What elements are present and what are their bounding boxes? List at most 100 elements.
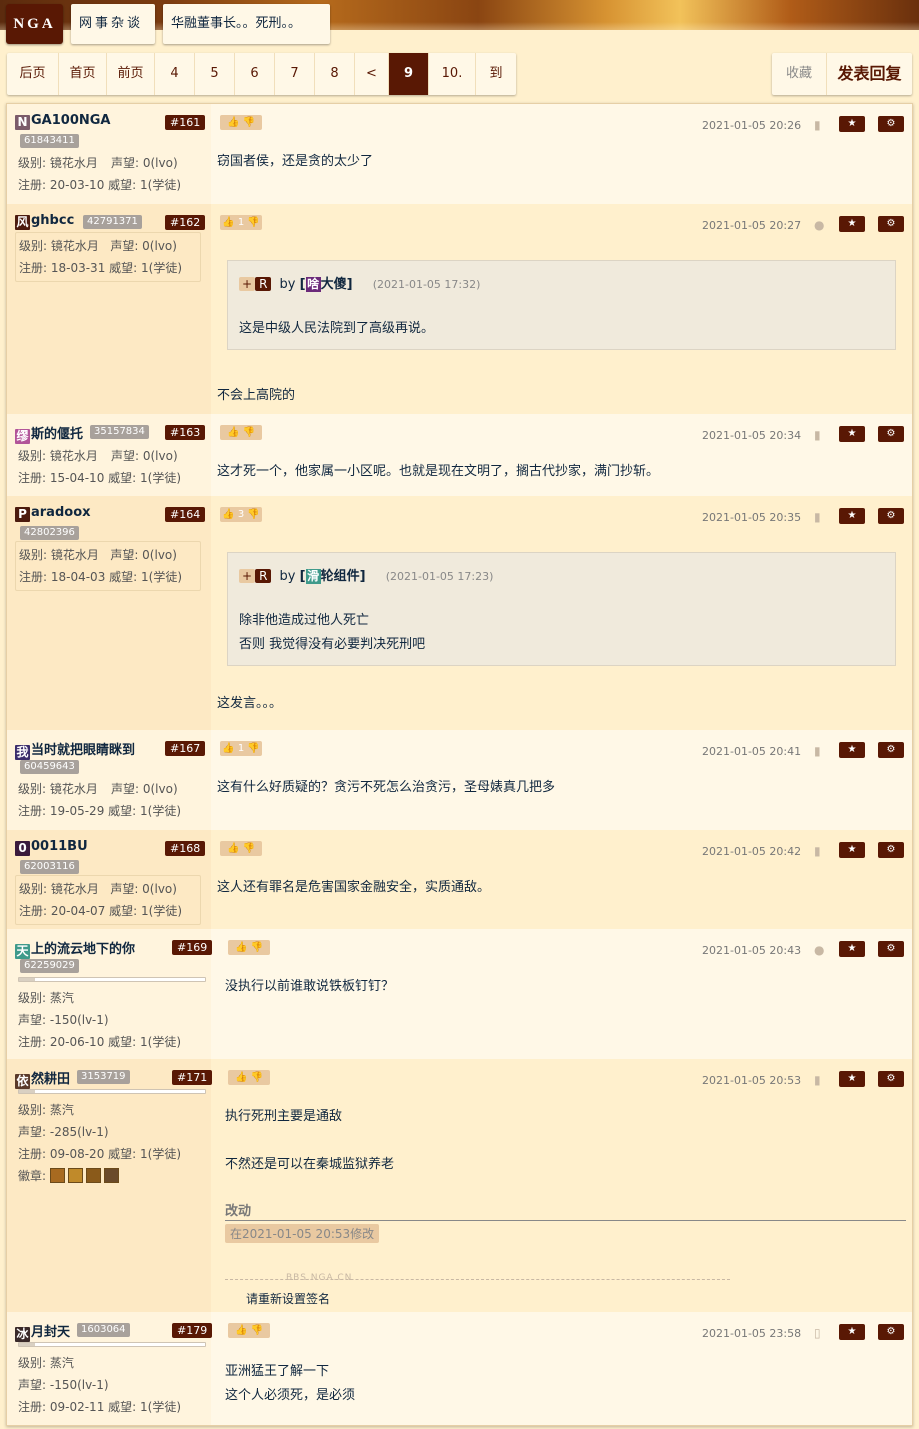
pager-page-4[interactable]: 4 (155, 53, 195, 95)
floor-number[interactable]: #164 (165, 507, 206, 522)
username[interactable]: 依然耕田 (15, 1068, 70, 1089)
user-reputation: 声望: -150(lv-1) (18, 1013, 109, 1027)
pager-prev-arrow[interactable]: < (355, 53, 389, 95)
pager-page-10[interactable]: 10. (429, 53, 476, 95)
user-registered: 注册: 20-03-10 威望: 1(学徒) (18, 178, 181, 192)
gear-icon[interactable]: ⚙ (878, 1071, 904, 1087)
username-text: 月封天 (31, 1325, 71, 1340)
user-reputation: 声望: 0(lvo) (110, 882, 177, 896)
floor-number[interactable]: #179 (172, 1323, 213, 1338)
quote-text: 除非他造成过他人死亡 (239, 613, 370, 628)
quote-author[interactable]: [滑 轮组件] (300, 569, 366, 584)
gear-icon[interactable]: ⚙ (878, 842, 904, 858)
star-icon[interactable]: ★ (839, 508, 865, 524)
floor-number[interactable]: #162 (165, 215, 206, 230)
username[interactable]: 风 ghbcc (15, 213, 74, 230)
pager-goto[interactable]: 到 (476, 53, 516, 95)
nga-logo[interactable]: NGA (6, 4, 63, 44)
floor-number[interactable]: #161 (165, 115, 206, 130)
username[interactable]: N GA100NGA (15, 113, 110, 130)
vote-buttons[interactable]: 👍 1 👎 (220, 741, 262, 756)
user-registered: 注册: 20-06-10 威望: 1(学徒) (18, 1035, 181, 1049)
pager-page-7[interactable]: 7 (275, 53, 315, 95)
username[interactable]: 天上的流云地下的你 (15, 938, 135, 959)
pager-prev-page[interactable]: 前页 (107, 53, 155, 95)
avatar-initial: 冰 (15, 1327, 30, 1342)
vote-buttons[interactable]: 👍 3 👎 (220, 507, 262, 522)
android-icon: ▮ (814, 428, 821, 442)
star-icon[interactable]: ★ (839, 116, 865, 132)
breadcrumb-thread[interactable]: 华融董事长。。死刑。。 (163, 4, 330, 44)
avatar-initial: 0 (15, 841, 30, 856)
pager-page-9-current[interactable]: 9 (389, 53, 429, 95)
vote-buttons[interactable]: 👍 👎 (220, 425, 262, 440)
edit-divider (225, 1220, 906, 1221)
gear-icon[interactable]: ⚙ (878, 426, 904, 442)
star-icon[interactable]: ★ (839, 216, 865, 232)
post: Paradoox #164 42802396 级别: 镜花水月 声望: 0(lv… (7, 496, 912, 730)
star-icon[interactable]: ★ (839, 742, 865, 758)
vote-buttons[interactable]: 👍 👎 (228, 1323, 270, 1338)
gear-icon[interactable]: ⚙ (878, 941, 904, 957)
post-time: 2021-01-05 23:58 (702, 1327, 802, 1340)
vote-buttons[interactable]: 👍 👎 (228, 940, 270, 955)
post-time: 2021-01-05 20:35 (702, 511, 802, 524)
user-registered: 注册: 09-08-20 威望: 1(学徒) (18, 1147, 181, 1161)
floor-number[interactable]: #168 (165, 841, 206, 856)
floor-number[interactable]: #171 (172, 1070, 213, 1085)
post-time: 2021-01-05 20:53 (702, 1074, 802, 1087)
star-icon[interactable]: ★ (839, 842, 865, 858)
vote-buttons[interactable]: 👍 👎 (220, 841, 262, 856)
avatar-initial: 天 (15, 944, 30, 959)
gear-icon[interactable]: ⚙ (878, 742, 904, 758)
breadcrumb-forum[interactable]: 网事杂谈 (71, 4, 155, 44)
star-icon[interactable]: ★ (839, 941, 865, 957)
vote-buttons[interactable]: 👍 1 👎 (220, 215, 262, 230)
medal-icon[interactable] (67, 1168, 83, 1183)
quote-author[interactable]: [啥 大傻] (300, 277, 353, 292)
gear-icon[interactable]: ⚙ (878, 1324, 904, 1340)
user-id-badge: 62003116 (20, 860, 79, 874)
vote-buttons[interactable]: 👍 👎 (220, 115, 262, 130)
expand-quote-icon[interactable]: + (239, 277, 256, 291)
star-icon[interactable]: ★ (839, 426, 865, 442)
post: 冰月封天 1603064 #179 级别: 蒸汽 声望: -150(lv-1) … (7, 1312, 912, 1425)
username[interactable]: 冰月封天 (15, 1321, 70, 1342)
username[interactable]: 缪斯的偃托 (15, 423, 83, 444)
post-content: 这才死一个，他家属一小区呢。也就是现在文明了，搁古代抄家，满门抄斩。 (217, 464, 660, 479)
floor-number[interactable]: #169 (172, 940, 213, 955)
gear-icon[interactable]: ⚙ (878, 216, 904, 232)
pager-page-5[interactable]: 5 (195, 53, 235, 95)
pager-page-8[interactable]: 8 (315, 53, 355, 95)
star-icon[interactable]: ★ (839, 1324, 865, 1340)
user-panel: 冰月封天 1603064 #179 级别: 蒸汽 声望: -150(lv-1) … (7, 1312, 213, 1425)
user-info-box: 级别: 镜花水月 声望: 0(lvo) 注册: 20-04-07 威望: 1(学… (15, 875, 201, 925)
floor-number[interactable]: #163 (165, 425, 206, 440)
user-panel: 风 ghbcc 42791371 #162 级别: 镜花水月 声望: 0(lvo)… (7, 204, 211, 414)
pager-page-6[interactable]: 6 (235, 53, 275, 95)
quote-by: by (279, 277, 296, 292)
medal-icon[interactable] (85, 1168, 101, 1183)
post-content: 这个人必须死，是必须 (225, 1388, 356, 1403)
medal-icon[interactable] (49, 1168, 65, 1183)
user-id-badge: 60459643 (20, 760, 79, 774)
post-content: 这有什么好质疑的？贪污不死怎么治贪污，圣母婊真几把多 (217, 780, 556, 795)
floor-number[interactable]: #167 (165, 741, 206, 756)
favorite-button[interactable]: 收藏 (772, 53, 827, 95)
username[interactable]: 0 0011BU (15, 839, 88, 856)
medal-icon[interactable] (103, 1168, 119, 1183)
star-icon[interactable]: ★ (839, 1071, 865, 1087)
gear-icon[interactable]: ⚙ (878, 508, 904, 524)
user-level: 级别: 镜花水月 (19, 239, 99, 253)
post-content: 这人还有罪名是危害国家金融安全，实质通敌。 (217, 880, 491, 895)
expand-quote-icon[interactable]: + (239, 569, 256, 583)
vote-buttons[interactable]: 👍 👎 (228, 1070, 270, 1085)
reply-button[interactable]: 发表回复 (827, 53, 912, 95)
username[interactable]: Paradoox (15, 505, 91, 522)
pager-first-page[interactable]: 首页 (59, 53, 107, 95)
user-registered: 注册: 18-03-31 威望: 1(学徒) (19, 261, 182, 275)
pager-next-page[interactable]: 后页 (7, 53, 59, 95)
gear-icon[interactable]: ⚙ (878, 116, 904, 132)
username-text: GA100NGA (31, 113, 111, 128)
username[interactable]: 我当时就把眼睛眯到 (15, 739, 135, 760)
